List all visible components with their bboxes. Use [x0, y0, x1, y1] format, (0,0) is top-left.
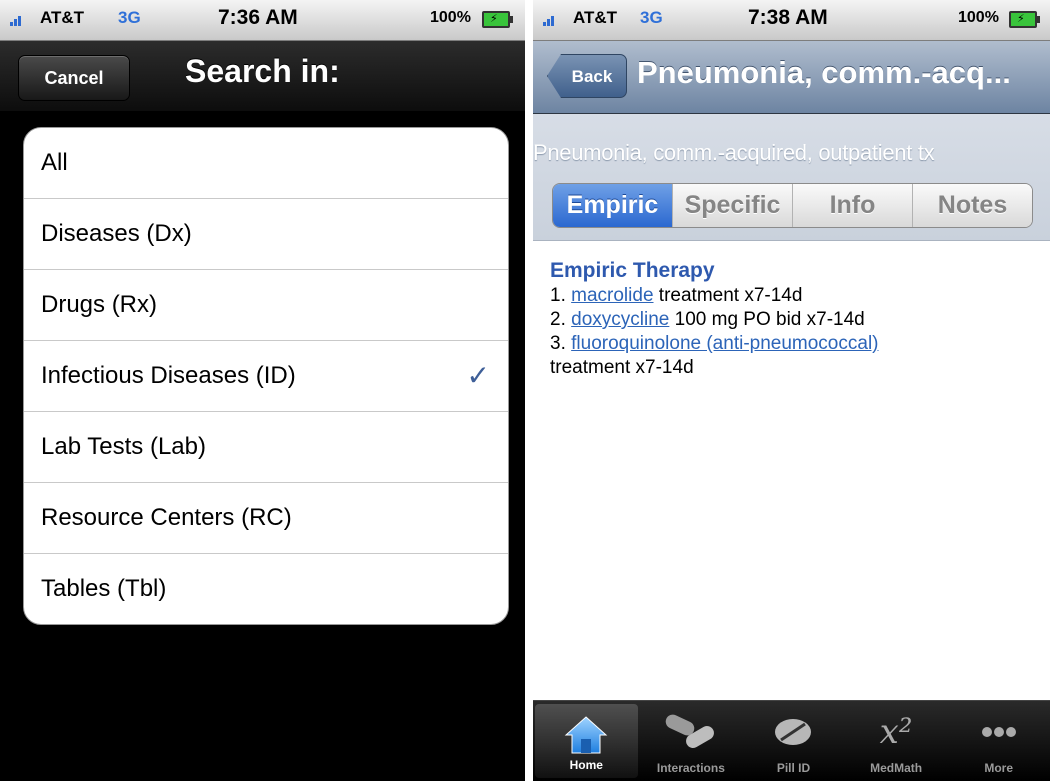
list-item-drugs[interactable]: Drugs (Rx) — [24, 270, 508, 341]
list-item-infectious-diseases[interactable]: Infectious Diseases (ID) ✓ — [24, 341, 508, 412]
list-item-lab-tests[interactable]: Lab Tests (Lab) — [24, 412, 508, 483]
tab-bar: Home Interactions Pill ID x² MedMath Mor… — [533, 700, 1050, 781]
therapy-line-3: 3. fluoroquinolone (anti-pneumococcal) — [550, 332, 1040, 356]
therapy-text: treatment x7-14d — [550, 357, 694, 378]
therapy-line-2: 2. doxycycline 100 mg PO bid x7-14d — [550, 308, 1040, 332]
battery-icon: ⚡ — [482, 11, 513, 28]
page-title: Pneumonia, comm.-acq... — [637, 55, 1011, 90]
tab-label: MedMath — [870, 761, 923, 775]
navigation-bar: Back Pneumonia, comm.-acq... — [533, 41, 1050, 114]
tab-label: Pill ID — [776, 761, 811, 775]
list-item-label: Diseases (Dx) — [41, 220, 192, 247]
tab-notes[interactable]: Notes — [913, 184, 1032, 227]
macrolide-link[interactable]: macrolide — [571, 285, 653, 306]
tab-specific[interactable]: Specific — [673, 184, 793, 227]
x-squared-icon: x² — [879, 712, 913, 752]
tab-label: Interactions — [656, 761, 725, 775]
network-label: 3G — [640, 8, 663, 27]
list-item-label: Lab Tests (Lab) — [41, 433, 206, 460]
fluoroquinolone-link[interactable]: fluoroquinolone (anti-pneumococcal) — [571, 333, 878, 354]
tab-medmath[interactable]: x² MedMath — [845, 701, 948, 781]
item-number: 3. — [550, 333, 566, 354]
tab-home[interactable]: Home — [535, 704, 638, 778]
list-item-label: Infectious Diseases (ID) — [41, 362, 296, 389]
left-screen: AT&T 3G 7:36 AM 100% ⚡ Cancel Search in:… — [0, 0, 525, 781]
doxycycline-link[interactable]: doxycycline — [571, 309, 669, 330]
segmented-control: Empiric Specific Info Notes — [552, 183, 1033, 228]
clock: 7:36 AM — [218, 6, 298, 29]
tab-interactions[interactable]: Interactions — [640, 701, 743, 781]
checkmark-icon: ✓ — [466, 360, 490, 391]
item-number: 1. — [550, 285, 566, 306]
tab-info[interactable]: Info — [793, 184, 913, 227]
battery-icon: ⚡ — [1009, 11, 1040, 28]
topic-title: Pneumonia, comm.-acquired, outpatient tx — [533, 140, 935, 165]
search-scope-list: All Diseases (Dx) Drugs (Rx) Infectious … — [23, 127, 509, 625]
carrier-label: AT&T — [573, 8, 618, 27]
tab-more[interactable]: More — [947, 701, 1050, 781]
status-bar: AT&T 3G 7:36 AM 100% ⚡ — [0, 0, 525, 41]
clock: 7:38 AM — [748, 6, 828, 29]
list-item-label: Resource Centers (RC) — [41, 504, 292, 531]
status-bar: AT&T 3G 7:38 AM 100% ⚡ — [533, 0, 1050, 41]
right-screen: AT&T 3G 7:38 AM 100% ⚡ Back Pneumonia, c… — [533, 0, 1050, 781]
battery-percent: 100% — [430, 9, 471, 26]
pill-icon — [742, 709, 845, 755]
tab-empiric[interactable]: Empiric — [553, 184, 673, 227]
list-item-label: Drugs (Rx) — [41, 291, 158, 318]
tab-label: More — [984, 761, 1013, 775]
network-label: 3G — [118, 8, 141, 27]
list-item-diseases[interactable]: Diseases (Dx) — [24, 199, 508, 270]
tab-pill-id[interactable]: Pill ID — [742, 701, 845, 781]
back-button[interactable]: Back — [547, 54, 627, 98]
item-number: 2. — [550, 309, 566, 330]
home-icon — [535, 712, 638, 758]
list-item-label: Tables (Tbl) — [41, 575, 167, 602]
carrier-label: AT&T — [40, 8, 85, 27]
tab-label: Home — [569, 758, 603, 772]
therapy-text: treatment x7-14d — [658, 285, 803, 306]
cancel-button[interactable]: Cancel — [18, 55, 130, 101]
interactions-icon — [640, 709, 743, 755]
therapy-text: 100 mg PO bid x7-14d — [674, 309, 865, 330]
page-title: Search in: — [185, 53, 340, 89]
list-item-resource-centers[interactable]: Resource Centers (RC) — [24, 483, 508, 554]
topic-header: Pneumonia, comm.-acquired, outpatient tx… — [533, 114, 1050, 241]
signal-icon — [10, 10, 36, 30]
list-item-tables[interactable]: Tables (Tbl) — [24, 554, 508, 624]
section-heading: Empiric Therapy — [550, 259, 715, 282]
battery-percent: 100% — [958, 9, 999, 26]
list-item-label: All — [41, 149, 68, 176]
signal-icon — [543, 10, 569, 30]
therapy-line-1: 1. macrolide treatment x7-14d — [550, 284, 1040, 308]
navigation-bar: Cancel Search in: — [0, 41, 525, 112]
more-icon — [947, 709, 1050, 755]
list-item-all[interactable]: All — [24, 128, 508, 199]
therapy-content: Empiric Therapy 1. macrolide treatment x… — [550, 258, 1040, 380]
